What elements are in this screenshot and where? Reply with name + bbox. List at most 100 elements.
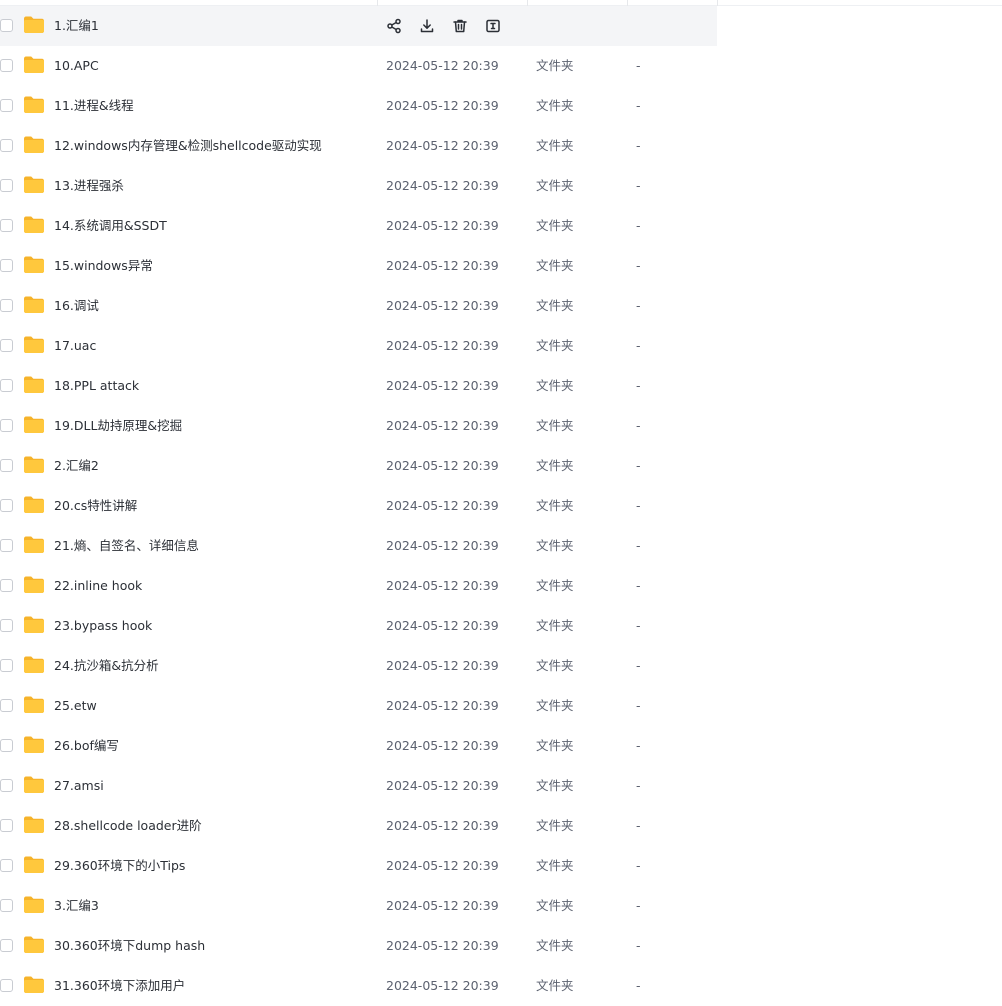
file-row[interactable]: 25.etw 2024-05-12 20:39 文件夹 - (0, 686, 717, 726)
file-size: - (636, 138, 641, 153)
file-row[interactable]: 23.bypass hook 2024-05-12 20:39 文件夹 - (0, 606, 717, 646)
file-name[interactable]: 29.360环境下的小Tips (54, 858, 185, 874)
row-checkbox[interactable] (0, 659, 13, 672)
row-checkbox[interactable] (0, 299, 13, 312)
file-name[interactable]: 26.bof编写 (54, 738, 119, 754)
row-checkbox[interactable] (0, 139, 13, 152)
row-checkbox[interactable] (0, 419, 13, 432)
file-name[interactable]: 28.shellcode loader进阶 (54, 818, 202, 834)
row-checkbox[interactable] (0, 579, 13, 592)
file-row[interactable]: 24.抗沙箱&抗分析 2024-05-12 20:39 文件夹 - (0, 646, 717, 686)
file-row[interactable]: 19.DLL劫持原理&挖掘 2024-05-12 20:39 文件夹 - (0, 406, 717, 446)
file-name[interactable]: 22.inline hook (54, 578, 142, 594)
file-row[interactable]: 21.熵、自签名、详细信息 2024-05-12 20:39 文件夹 - (0, 526, 717, 566)
file-name[interactable]: 3.汇编3 (54, 898, 99, 914)
row-checkbox[interactable] (0, 379, 13, 392)
row-checkbox[interactable] (0, 859, 13, 872)
file-name[interactable]: 10.APC (54, 58, 99, 74)
file-row[interactable]: 14.系统调用&SSDT 2024-05-12 20:39 文件夹 - (0, 206, 717, 246)
file-type: 文件夹 (536, 418, 574, 433)
file-row[interactable]: 28.shellcode loader进阶 2024-05-12 20:39 文件夹… (0, 806, 717, 846)
row-checkbox[interactable] (0, 179, 13, 192)
row-checkbox[interactable] (0, 259, 13, 272)
row-checkbox[interactable] (0, 219, 13, 232)
row-checkbox[interactable] (0, 899, 13, 912)
file-row[interactable]: 18.PPL attack 2024-05-12 20:39 文件夹 - (0, 366, 717, 406)
row-checkbox[interactable] (0, 979, 13, 992)
rename-icon[interactable] (484, 17, 502, 35)
file-row[interactable]: 13.进程强杀 2024-05-12 20:39 文件夹 - (0, 166, 717, 206)
download-icon[interactable] (418, 17, 436, 35)
file-row[interactable]: 20.cs特性讲解 2024-05-12 20:39 文件夹 - (0, 486, 717, 526)
file-type: 文件夹 (536, 178, 574, 193)
row-checkbox[interactable] (0, 59, 13, 72)
file-row[interactable]: 2.汇编2 2024-05-12 20:39 文件夹 - (0, 446, 717, 486)
file-type: 文件夹 (536, 978, 574, 993)
file-row[interactable]: 29.360环境下的小Tips 2024-05-12 20:39 文件夹 - (0, 846, 717, 886)
file-name[interactable]: 16.调试 (54, 298, 99, 314)
file-row[interactable]: 11.进程&线程 2024-05-12 20:39 文件夹 - (0, 86, 717, 126)
file-row[interactable]: 30.360环境下dump hash 2024-05-12 20:39 文件夹 - (0, 926, 717, 966)
file-row[interactable]: 1.汇编1 (0, 6, 717, 46)
file-name[interactable]: 14.系统调用&SSDT (54, 218, 167, 234)
file-type: 文件夹 (536, 338, 574, 353)
row-checkbox[interactable] (0, 99, 13, 112)
modified-date: 2024-05-12 20:39 (386, 978, 499, 993)
share-icon[interactable] (385, 17, 403, 35)
file-name[interactable]: 20.cs特性讲解 (54, 498, 137, 514)
file-row[interactable]: 3.汇编3 2024-05-12 20:39 文件夹 - (0, 886, 717, 926)
file-name[interactable]: 15.windows异常 (54, 258, 153, 274)
file-size: - (636, 378, 641, 393)
file-name[interactable]: 30.360环境下dump hash (54, 938, 205, 954)
file-name[interactable]: 18.PPL attack (54, 378, 139, 394)
row-checkbox[interactable] (0, 779, 13, 792)
modified-date: 2024-05-12 20:39 (386, 338, 499, 353)
folder-icon (23, 735, 45, 755)
file-name[interactable]: 23.bypass hook (54, 618, 152, 634)
file-row[interactable]: 12.windows内存管理&检测shellcode驱动实现 2024-05-12… (0, 126, 717, 166)
modified-date: 2024-05-12 20:39 (386, 98, 499, 113)
row-checkbox[interactable] (0, 699, 13, 712)
file-name[interactable]: 12.windows内存管理&检测shellcode驱动实现 (54, 138, 322, 154)
file-type: 文件夹 (536, 898, 574, 913)
file-row[interactable]: 15.windows异常 2024-05-12 20:39 文件夹 - (0, 246, 717, 286)
file-row[interactable]: 27.amsi 2024-05-12 20:39 文件夹 - (0, 766, 717, 806)
file-name[interactable]: 1.汇编1 (54, 18, 99, 34)
row-checkbox[interactable] (0, 339, 13, 352)
file-name[interactable]: 24.抗沙箱&抗分析 (54, 658, 159, 674)
row-checkbox[interactable] (0, 619, 13, 632)
row-checkbox[interactable] (0, 939, 13, 952)
folder-icon (23, 95, 45, 115)
file-row[interactable]: 22.inline hook 2024-05-12 20:39 文件夹 - (0, 566, 717, 606)
folder-icon (23, 55, 45, 75)
row-checkbox[interactable] (0, 499, 13, 512)
modified-date: 2024-05-12 20:39 (386, 938, 499, 953)
folder-icon (23, 935, 45, 955)
folder-icon (23, 975, 45, 995)
file-name[interactable]: 13.进程强杀 (54, 178, 124, 194)
file-name[interactable]: 31.360环境下添加用户 (54, 978, 185, 994)
modified-date: 2024-05-12 20:39 (386, 298, 499, 313)
delete-icon[interactable] (451, 17, 469, 35)
row-checkbox[interactable] (0, 19, 13, 32)
row-checkbox[interactable] (0, 739, 13, 752)
file-size: - (636, 978, 641, 993)
folder-icon (23, 815, 45, 835)
file-row[interactable]: 16.调试 2024-05-12 20:39 文件夹 - (0, 286, 717, 326)
file-name[interactable]: 17.uac (54, 338, 96, 354)
file-name[interactable]: 19.DLL劫持原理&挖掘 (54, 418, 182, 434)
file-name[interactable]: 21.熵、自签名、详细信息 (54, 538, 199, 554)
file-name[interactable]: 2.汇编2 (54, 458, 99, 474)
file-name[interactable]: 27.amsi (54, 778, 104, 794)
file-row[interactable]: 17.uac 2024-05-12 20:39 文件夹 - (0, 326, 717, 366)
file-name[interactable]: 25.etw (54, 698, 97, 714)
file-row[interactable]: 31.360环境下添加用户 2024-05-12 20:39 文件夹 - (0, 966, 717, 1006)
file-size: - (636, 338, 641, 353)
row-checkbox[interactable] (0, 459, 13, 472)
file-name[interactable]: 11.进程&线程 (54, 98, 134, 114)
row-checkbox[interactable] (0, 819, 13, 832)
modified-date: 2024-05-12 20:39 (386, 458, 499, 473)
file-row[interactable]: 26.bof编写 2024-05-12 20:39 文件夹 - (0, 726, 717, 766)
file-row[interactable]: 10.APC 2024-05-12 20:39 文件夹 - (0, 46, 717, 86)
row-checkbox[interactable] (0, 539, 13, 552)
